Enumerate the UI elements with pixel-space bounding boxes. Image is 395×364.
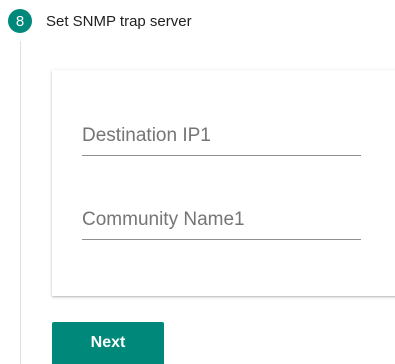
destination-ip-field: [82, 121, 361, 156]
step-title: Set SNMP trap server: [46, 12, 192, 30]
step-number-badge: 8: [8, 9, 32, 33]
community-name-input[interactable]: [82, 209, 361, 231]
stepper: 8 Set SNMP trap server Next: [0, 0, 395, 364]
snmp-form-card: [52, 70, 395, 296]
step-header: 8 Set SNMP trap server: [8, 7, 192, 35]
next-button[interactable]: Next: [52, 322, 164, 364]
community-name-field: [82, 205, 361, 240]
step-connector-line: [20, 41, 21, 364]
destination-ip-input[interactable]: [82, 125, 361, 147]
